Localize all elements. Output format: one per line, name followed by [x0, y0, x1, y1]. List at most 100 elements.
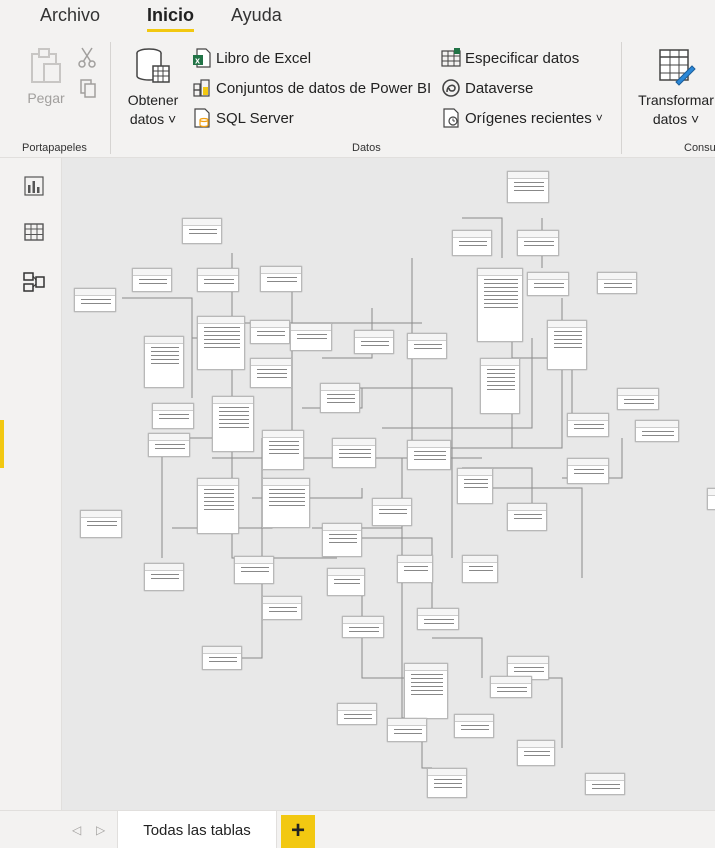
model-table-card[interactable] — [454, 714, 494, 738]
active-view-indicator — [0, 420, 4, 468]
chevron-right-icon[interactable]: ▷ — [96, 823, 105, 837]
power-bi-window: Archivo Inicio Ayuda Pegar Portapapeles — [0, 0, 715, 848]
model-table-card[interactable] — [327, 568, 365, 596]
model-table-card[interactable] — [132, 268, 172, 292]
model-table-card[interactable] — [354, 330, 394, 354]
model-table-card[interactable] — [507, 503, 547, 531]
get-data-label-2: datos — [129, 111, 165, 127]
model-table-card[interactable] — [182, 218, 222, 244]
model-table-card[interactable] — [202, 646, 242, 670]
recent-sources-label: Orígenes recientes — [465, 109, 592, 127]
model-table-card[interactable] — [387, 718, 427, 742]
model-view-icon[interactable] — [22, 270, 46, 294]
chevron-down-icon: ˅ — [687, 111, 700, 127]
model-table-card[interactable] — [507, 171, 549, 203]
model-table-card[interactable] — [322, 523, 362, 557]
model-table-card[interactable] — [517, 740, 555, 766]
model-table-card[interactable] — [290, 323, 332, 351]
model-table-card[interactable] — [635, 420, 679, 442]
model-table-card[interactable] — [337, 703, 377, 725]
sql-label: SQL Server — [216, 109, 294, 127]
model-table-card[interactable] — [80, 510, 122, 538]
powerbi-label: Conjuntos de datos de Power BI — [216, 79, 432, 97]
model-table-card[interactable] — [332, 438, 376, 468]
separator — [110, 42, 111, 154]
model-table-card[interactable] — [417, 608, 459, 630]
model-table-card[interactable] — [152, 403, 194, 429]
enter-data-label: Especificar datos — [465, 49, 580, 67]
chevron-left-icon[interactable]: ◁ — [72, 823, 81, 837]
model-table-card[interactable] — [707, 488, 715, 510]
recent-sources-button[interactable]: Orígenes recientes ˅ — [441, 108, 603, 128]
model-table-card[interactable] — [427, 768, 467, 798]
ribbon: Pegar Portapapeles Obtener datos ˅ x Lib… — [0, 34, 715, 158]
model-table-card[interactable] — [490, 676, 532, 698]
model-table-card[interactable] — [144, 336, 184, 388]
model-table-card[interactable] — [517, 230, 559, 256]
model-table-card[interactable] — [372, 498, 412, 526]
powerbi-datasets-button[interactable]: Conjuntos de datos de Power BI — [192, 78, 431, 98]
get-data-label: Obtener — [127, 92, 179, 108]
data-view-icon[interactable] — [22, 220, 46, 244]
svg-text:x: x — [195, 56, 200, 66]
transform-data-button[interactable]: Transformar datos ˅ — [632, 46, 715, 129]
cut-icon[interactable] — [78, 46, 96, 68]
database-icon — [136, 48, 170, 83]
dataverse-icon — [442, 79, 460, 97]
model-table-card[interactable] — [260, 266, 302, 292]
tab-ayuda[interactable]: Ayuda — [231, 5, 282, 26]
model-canvas[interactable] — [62, 158, 715, 810]
model-table-card[interactable] — [262, 478, 310, 528]
add-page-button[interactable]: + — [281, 815, 315, 848]
transform-label: Transformar — [638, 92, 714, 108]
model-table-card[interactable] — [397, 555, 433, 583]
tab-inicio[interactable]: Inicio — [147, 5, 195, 32]
model-table-card[interactable] — [567, 413, 609, 437]
report-view-icon[interactable] — [22, 174, 46, 198]
model-table-card[interactable] — [457, 468, 493, 504]
model-table-card[interactable] — [342, 616, 384, 638]
model-table-card[interactable] — [597, 272, 637, 294]
chevron-down-icon: ˅ — [164, 111, 177, 127]
transform-label-2: datos — [652, 111, 688, 127]
get-data-button[interactable]: Obtener datos ˅ — [122, 46, 184, 129]
dataverse-button[interactable]: Dataverse — [441, 78, 533, 98]
page-tabs-bar: ◁ ▷ Todas las tablas + — [0, 810, 715, 848]
model-table-card[interactable] — [477, 268, 523, 342]
model-table-card[interactable] — [585, 773, 625, 795]
model-table-card[interactable] — [197, 478, 239, 534]
model-table-card[interactable] — [74, 288, 116, 312]
model-table-card[interactable] — [234, 556, 274, 584]
table-icon — [441, 48, 461, 67]
model-table-card[interactable] — [197, 268, 239, 292]
clipboard-group-label: Portapapeles — [22, 142, 87, 154]
model-table-card[interactable] — [404, 663, 448, 719]
model-table-card[interactable] — [407, 333, 447, 359]
view-switcher — [0, 158, 62, 848]
model-table-card[interactable] — [250, 320, 290, 344]
model-table-card[interactable] — [407, 440, 451, 470]
model-table-card[interactable] — [462, 555, 498, 583]
model-table-card[interactable] — [452, 230, 492, 256]
excel-workbook-button[interactable]: x Libro de Excel — [192, 48, 311, 68]
model-table-card[interactable] — [617, 388, 659, 410]
model-table-card[interactable] — [262, 596, 302, 620]
paste-button[interactable]: Pegar — [24, 46, 68, 108]
enter-data-button[interactable]: Especificar datos — [441, 48, 579, 68]
model-table-card[interactable] — [250, 358, 292, 388]
sql-server-button[interactable]: SQL Server — [192, 108, 294, 128]
model-table-card[interactable] — [197, 316, 245, 370]
model-table-card[interactable] — [567, 458, 609, 484]
model-table-card[interactable] — [144, 563, 184, 591]
sql-server-icon — [194, 108, 210, 128]
copy-icon[interactable] — [79, 78, 97, 98]
model-table-card[interactable] — [320, 383, 360, 413]
model-table-card[interactable] — [212, 396, 254, 452]
model-table-card[interactable] — [480, 358, 520, 414]
model-table-card[interactable] — [547, 320, 587, 370]
tab-archivo[interactable]: Archivo — [40, 5, 100, 26]
model-table-card[interactable] — [527, 272, 569, 296]
tab-all-tables[interactable]: Todas las tablas — [117, 811, 277, 848]
model-table-card[interactable] — [262, 430, 304, 470]
model-table-card[interactable] — [148, 433, 190, 457]
